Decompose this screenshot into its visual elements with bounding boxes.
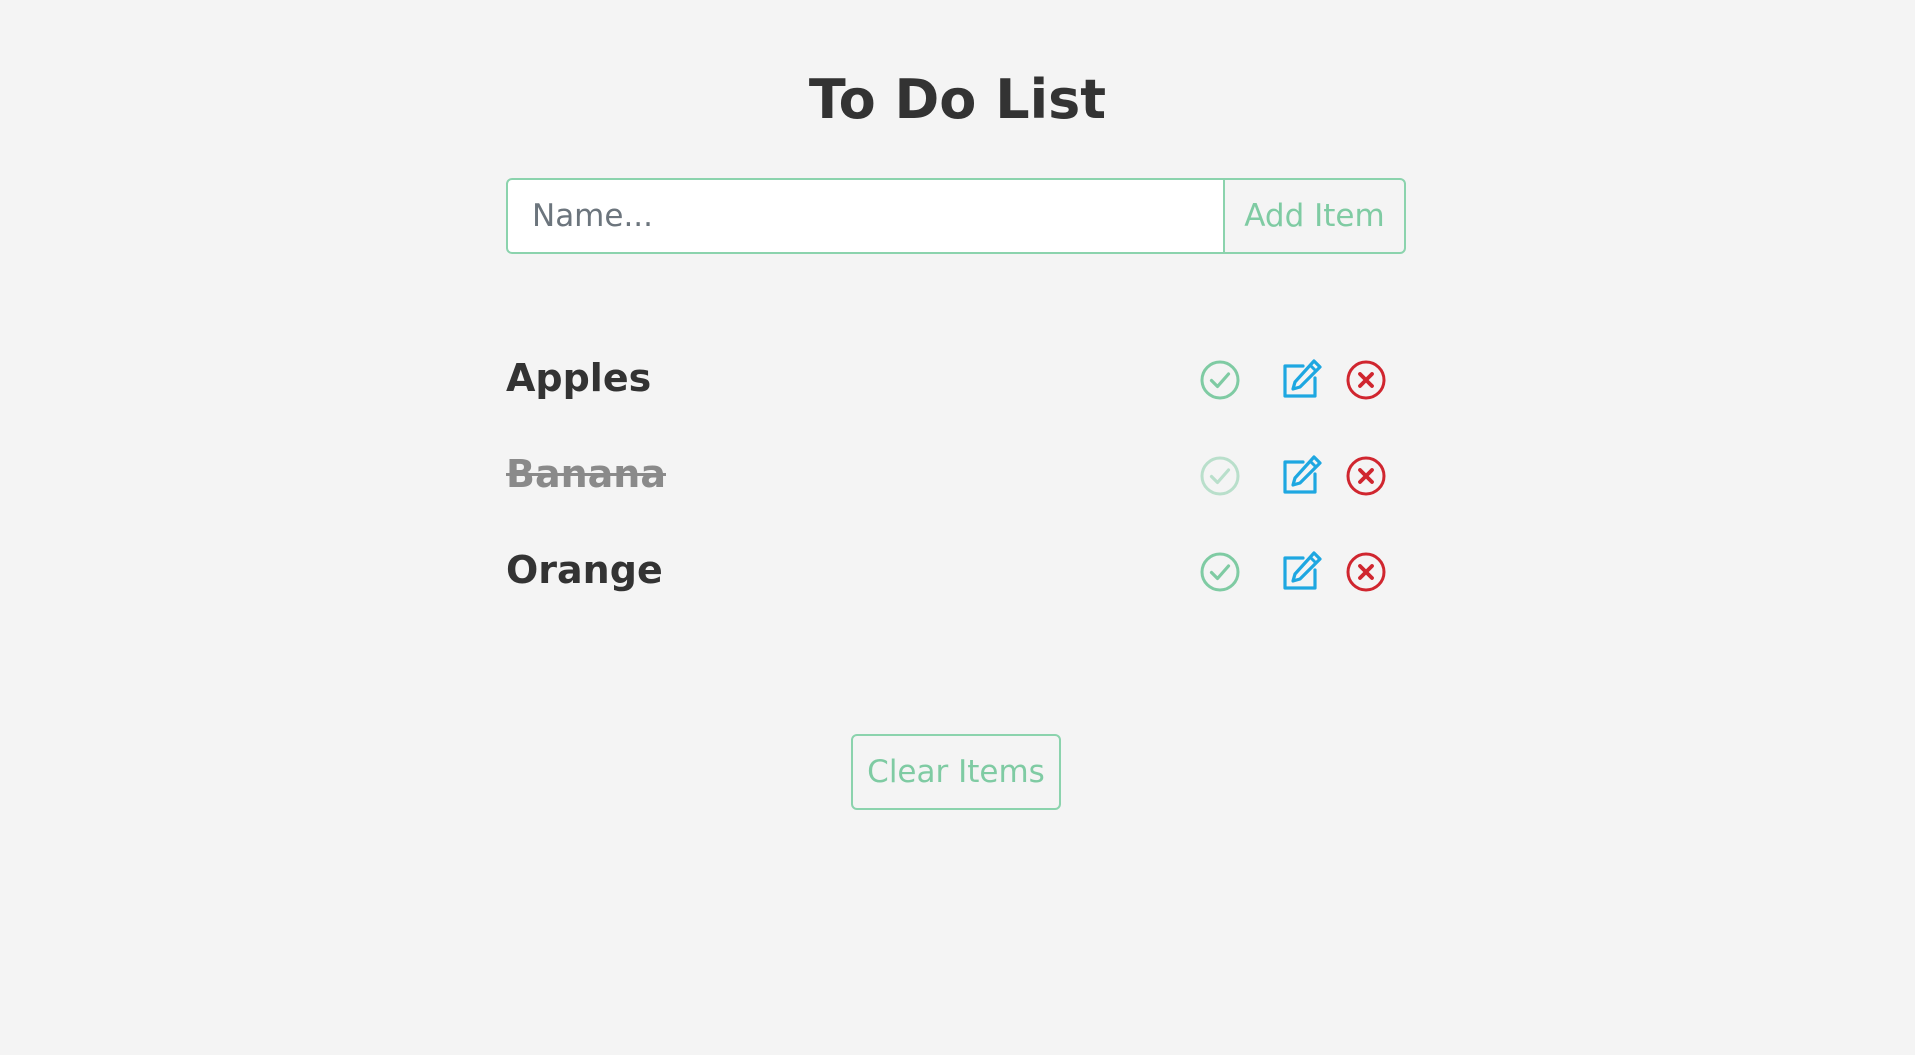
todo-list: Apples Banana Orange xyxy=(506,340,1406,628)
x-circle-icon[interactable] xyxy=(1344,550,1388,594)
item-label: Orange xyxy=(506,548,663,592)
check-circle-icon[interactable] xyxy=(1198,454,1242,498)
add-item-form: Add Item xyxy=(506,178,1406,254)
check-circle-icon[interactable] xyxy=(1198,358,1242,402)
item-label: Apples xyxy=(506,356,652,400)
list-item: Orange xyxy=(506,532,1406,628)
check-circle-icon[interactable] xyxy=(1198,550,1242,594)
x-circle-icon[interactable] xyxy=(1344,358,1388,402)
x-circle-icon[interactable] xyxy=(1344,454,1388,498)
clear-items-button[interactable]: Clear Items xyxy=(851,734,1061,810)
edit-icon[interactable] xyxy=(1279,454,1323,498)
add-item-button[interactable]: Add Item xyxy=(1224,178,1406,254)
edit-icon[interactable] xyxy=(1279,358,1323,402)
edit-icon[interactable] xyxy=(1279,550,1323,594)
list-item: Banana xyxy=(506,436,1406,532)
page-title: To Do List xyxy=(808,68,1107,131)
item-label: Banana xyxy=(506,452,666,496)
todo-app: To Do List Add Item Apples Banana xyxy=(0,0,1915,1055)
name-input[interactable] xyxy=(506,178,1224,254)
list-item: Apples xyxy=(506,340,1406,436)
